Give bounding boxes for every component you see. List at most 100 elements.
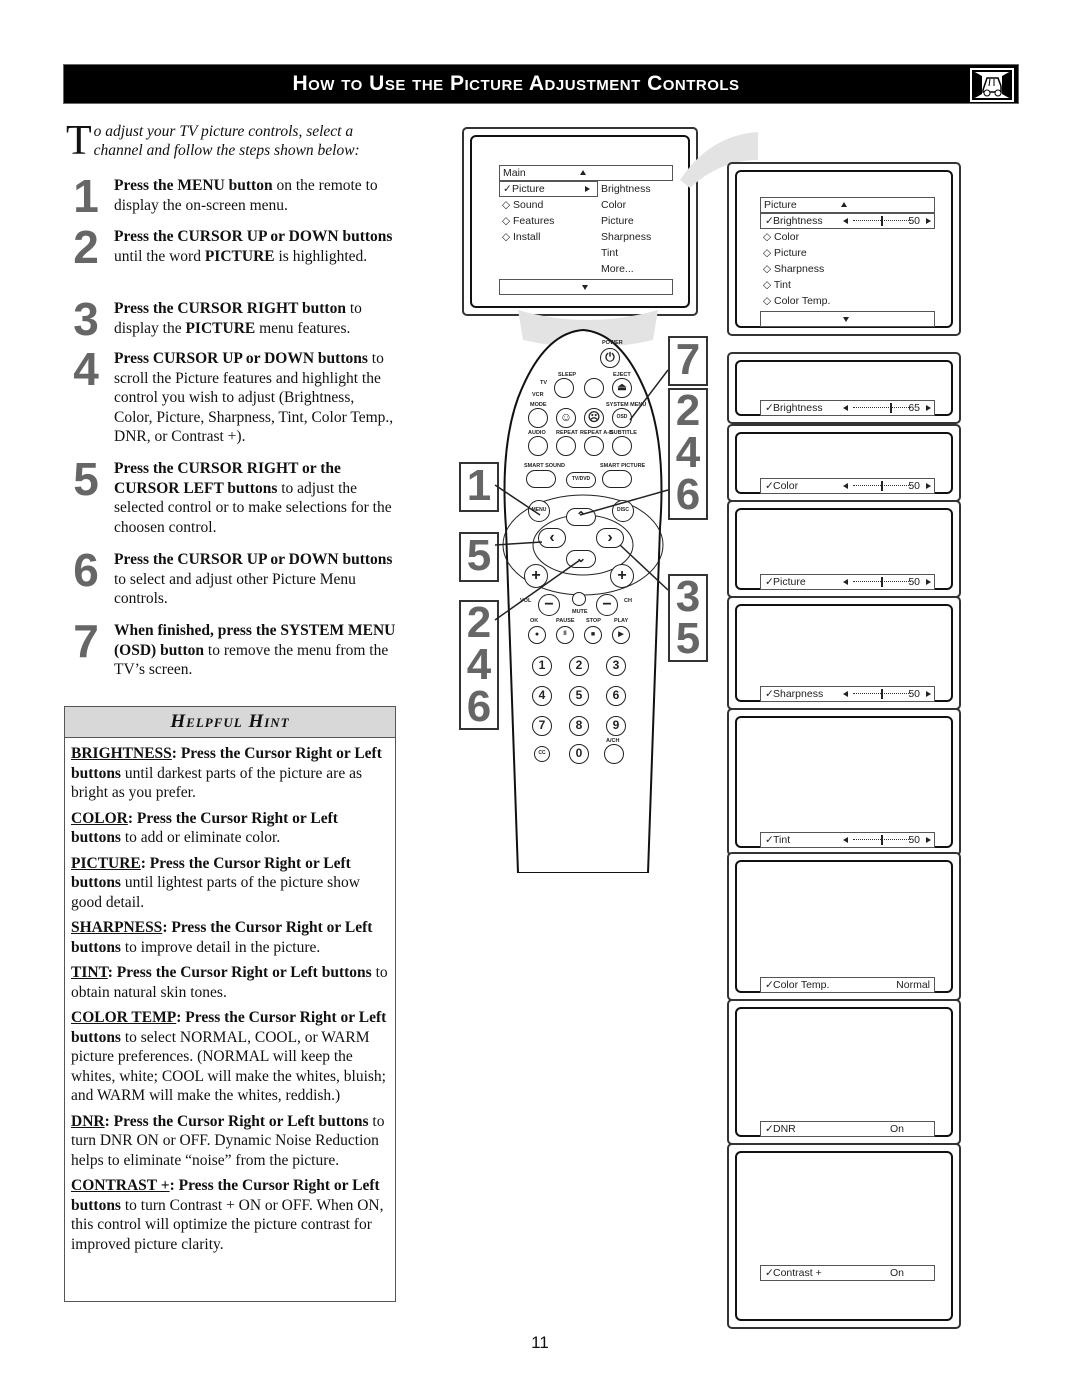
- adjust-bar[interactable]: ✓ Sharpness 50: [760, 686, 935, 702]
- tv-screen-adjust-contrast-: ✓ Contrast + On: [727, 1143, 961, 1329]
- cc-button[interactable]: CC: [534, 746, 550, 762]
- hint-term: CONTRAST +: [71, 1177, 170, 1194]
- intro-body: o adjust your TV picture controls, selec…: [93, 123, 360, 159]
- up-arrow-icon: [841, 202, 847, 207]
- left-arrow-icon: [843, 837, 848, 843]
- step-number: 5: [73, 453, 99, 505]
- ach-button[interactable]: [604, 744, 624, 764]
- slider-knob[interactable]: [881, 216, 883, 226]
- setting-value: 50: [908, 480, 920, 492]
- main-menu-item-selected[interactable]: ✓ Picture: [499, 181, 598, 197]
- hint-item: SHARPNESS: Press the Cursor Right or Lef…: [71, 918, 389, 957]
- helpful-hint-box: Helpful Hint BRIGHTNESS: Press the Curso…: [64, 706, 396, 1302]
- adjust-bar[interactable]: ✓ Color 50: [760, 478, 935, 494]
- tv-screen-main-menu: Main ✓ Picture ◇ Sound ◇ Features ◇ Inst…: [462, 127, 698, 316]
- main-menu-item-sound[interactable]: ◇ Sound: [502, 199, 543, 211]
- hint-item: TINT: Press the Cursor Right or Left but…: [71, 963, 389, 1002]
- step-bold: Press CURSOR UP or DOWN buttons: [114, 350, 368, 367]
- main-menu-item-install[interactable]: ◇ Install: [502, 231, 540, 243]
- submenu-item[interactable]: Picture: [601, 215, 634, 227]
- digit-3-button[interactable]: 3: [606, 656, 626, 676]
- digit-1-button[interactable]: 1: [532, 656, 552, 676]
- right-arrow-icon: [926, 579, 931, 585]
- picture-menu-item[interactable]: ◇ Color Temp.: [763, 295, 830, 307]
- submenu-item[interactable]: Brightness: [601, 183, 651, 195]
- picture-menu-item[interactable]: ◇ Picture: [763, 247, 807, 259]
- step-5: 5 Press the CURSOR RIGHT or the CURSOR L…: [66, 453, 396, 537]
- slider-knob[interactable]: [881, 835, 883, 845]
- digit-9-button[interactable]: 9: [606, 716, 626, 736]
- step-text: menu features.: [255, 319, 351, 337]
- diamond-icon: ◇: [763, 279, 772, 291]
- digit-5-button[interactable]: 5: [569, 686, 589, 706]
- digit-8-button[interactable]: 8: [569, 716, 589, 736]
- adjust-bar[interactable]: ✓ Brightness 65: [760, 400, 935, 416]
- digit-6-button[interactable]: 6: [606, 686, 626, 706]
- hint-term: COLOR TEMP: [71, 1009, 177, 1026]
- right-arrow-icon: [926, 218, 931, 224]
- adjust-bar[interactable]: ✓ DNR On: [760, 1121, 935, 1137]
- step-bold: PICTURE: [185, 319, 256, 337]
- submenu-item[interactable]: More...: [601, 263, 634, 275]
- hint-item: COLOR: Press the Cursor Right or Left bu…: [71, 809, 389, 848]
- adjust-bar[interactable]: ✓ Contrast + On: [760, 1265, 935, 1281]
- hint-bold: : Press the Cursor Right or Left buttons: [107, 964, 372, 981]
- digit-2-button[interactable]: 2: [569, 656, 589, 676]
- step-4: 4 Press CURSOR UP or DOWN buttons to scr…: [66, 346, 396, 447]
- submenu-item[interactable]: Color: [601, 199, 626, 211]
- tv-screen-adjust-tint: ✓ Tint 50: [727, 708, 961, 856]
- setting-value: 50: [908, 834, 920, 846]
- adjust-bar[interactable]: ✓ Tint 50: [760, 832, 935, 848]
- adjust-bar[interactable]: ✓ Picture 50: [760, 574, 935, 590]
- step-number: 2: [73, 221, 99, 273]
- right-arrow-icon: [926, 483, 931, 489]
- main-menu-item-label: Features: [513, 215, 555, 227]
- setting-value: 50: [908, 576, 920, 588]
- tv-screen-adjust-picture: ✓ Picture 50: [727, 500, 961, 598]
- main-menu-item-features[interactable]: ◇ Features: [502, 215, 554, 227]
- step-bold: Press the CURSOR RIGHT button: [114, 300, 346, 317]
- picture-menu-item-label: Tint: [773, 279, 791, 291]
- slider-knob[interactable]: [881, 689, 883, 699]
- digit-7-button[interactable]: 7: [532, 716, 552, 736]
- main-menu-item-label: Picture: [512, 183, 545, 195]
- slider-knob[interactable]: [881, 481, 883, 491]
- picture-menu-item[interactable]: ◇ Color: [763, 231, 799, 243]
- adjust-bar[interactable]: ✓ Color Temp. Normal: [760, 977, 935, 993]
- slider-knob[interactable]: [881, 577, 883, 587]
- setting-slider[interactable]: [853, 835, 911, 845]
- tv-screen-picture-menu: Picture ✓ Brightness 50 ◇ Color ◇ Pictur…: [727, 162, 961, 336]
- setting-label: Brightness: [773, 215, 823, 227]
- digit-0-button[interactable]: 0: [569, 744, 589, 764]
- step-7: 7 When finished, press the SYSTEM MENU (…: [66, 615, 396, 680]
- setting-slider[interactable]: [853, 689, 911, 699]
- picture-menu-item[interactable]: ◇ Sharpness: [763, 263, 824, 275]
- diamond-icon: ◇: [502, 199, 511, 211]
- left-arrow-icon: [843, 405, 848, 411]
- main-menu-footer: [499, 279, 673, 295]
- setting-label: Contrast +: [773, 1267, 822, 1279]
- setting-slider[interactable]: [853, 216, 911, 226]
- picture-menu-selected-row[interactable]: ✓ Brightness 50: [760, 213, 935, 229]
- step-number: 6: [73, 544, 99, 596]
- diamond-icon: ◇: [763, 263, 772, 275]
- submenu-item[interactable]: Sharpness: [601, 231, 651, 243]
- picture-menu-item[interactable]: ◇ Tint: [763, 279, 791, 291]
- hint-bold: : Press the Cursor Right or Left buttons: [104, 1112, 369, 1130]
- setting-value: On: [889, 1267, 904, 1279]
- check-icon: ✓: [503, 183, 512, 195]
- setting-slider[interactable]: [853, 577, 911, 587]
- setting-slider[interactable]: [853, 403, 911, 413]
- hint-body: BRIGHTNESS: Press the Cursor Right or Le…: [65, 738, 395, 1254]
- setting-label: Color Temp.: [773, 979, 830, 991]
- hint-item: BRIGHTNESS: Press the Cursor Right or Le…: [71, 744, 389, 803]
- step-number: 7: [73, 615, 99, 667]
- picture-menu-item-label: Color Temp.: [774, 295, 831, 307]
- submenu-item[interactable]: Tint: [601, 247, 618, 259]
- slider-knob[interactable]: [889, 403, 892, 413]
- tv-screen-adjust-dnr: ✓ DNR On: [727, 999, 961, 1145]
- diamond-icon: ◇: [763, 231, 772, 243]
- right-arrow-icon: [926, 691, 931, 697]
- digit-4-button[interactable]: 4: [532, 686, 552, 706]
- setting-slider[interactable]: [853, 481, 911, 491]
